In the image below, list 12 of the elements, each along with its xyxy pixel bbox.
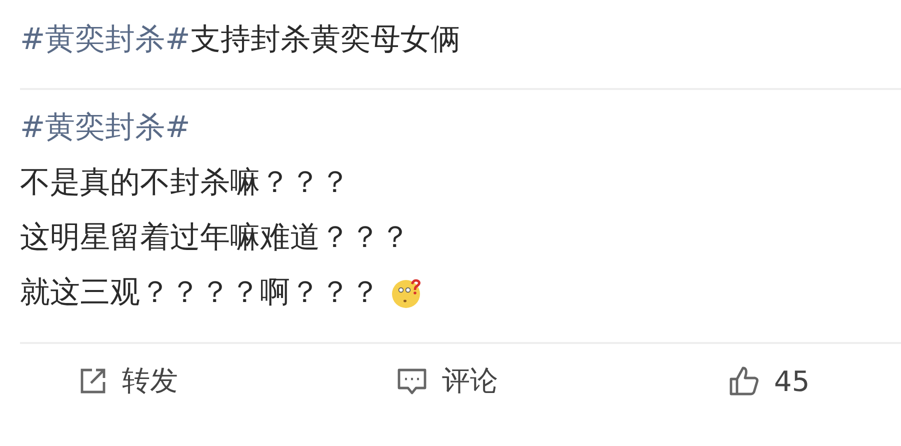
comment-icon	[396, 366, 428, 396]
hashtag-link[interactable]: #黄奕封杀#	[20, 22, 190, 57]
post-text: 不是真的不封杀嘛？？？	[20, 164, 350, 202]
hashtag-link[interactable]: #黄奕封杀#	[20, 100, 190, 155]
like-button[interactable]: 45	[728, 362, 810, 400]
topic-title: 支持封杀黄奕母女俩	[190, 22, 460, 57]
repost-button[interactable]: 转发	[78, 362, 396, 400]
post-text: 这明星留着过年嘛难道？？？	[20, 219, 410, 257]
comment-button[interactable]: 评论	[396, 362, 728, 400]
post-text: 就这三观？？？？啊？？？	[20, 274, 380, 312]
share-icon	[78, 366, 108, 396]
thumbs-up-icon	[728, 365, 760, 397]
